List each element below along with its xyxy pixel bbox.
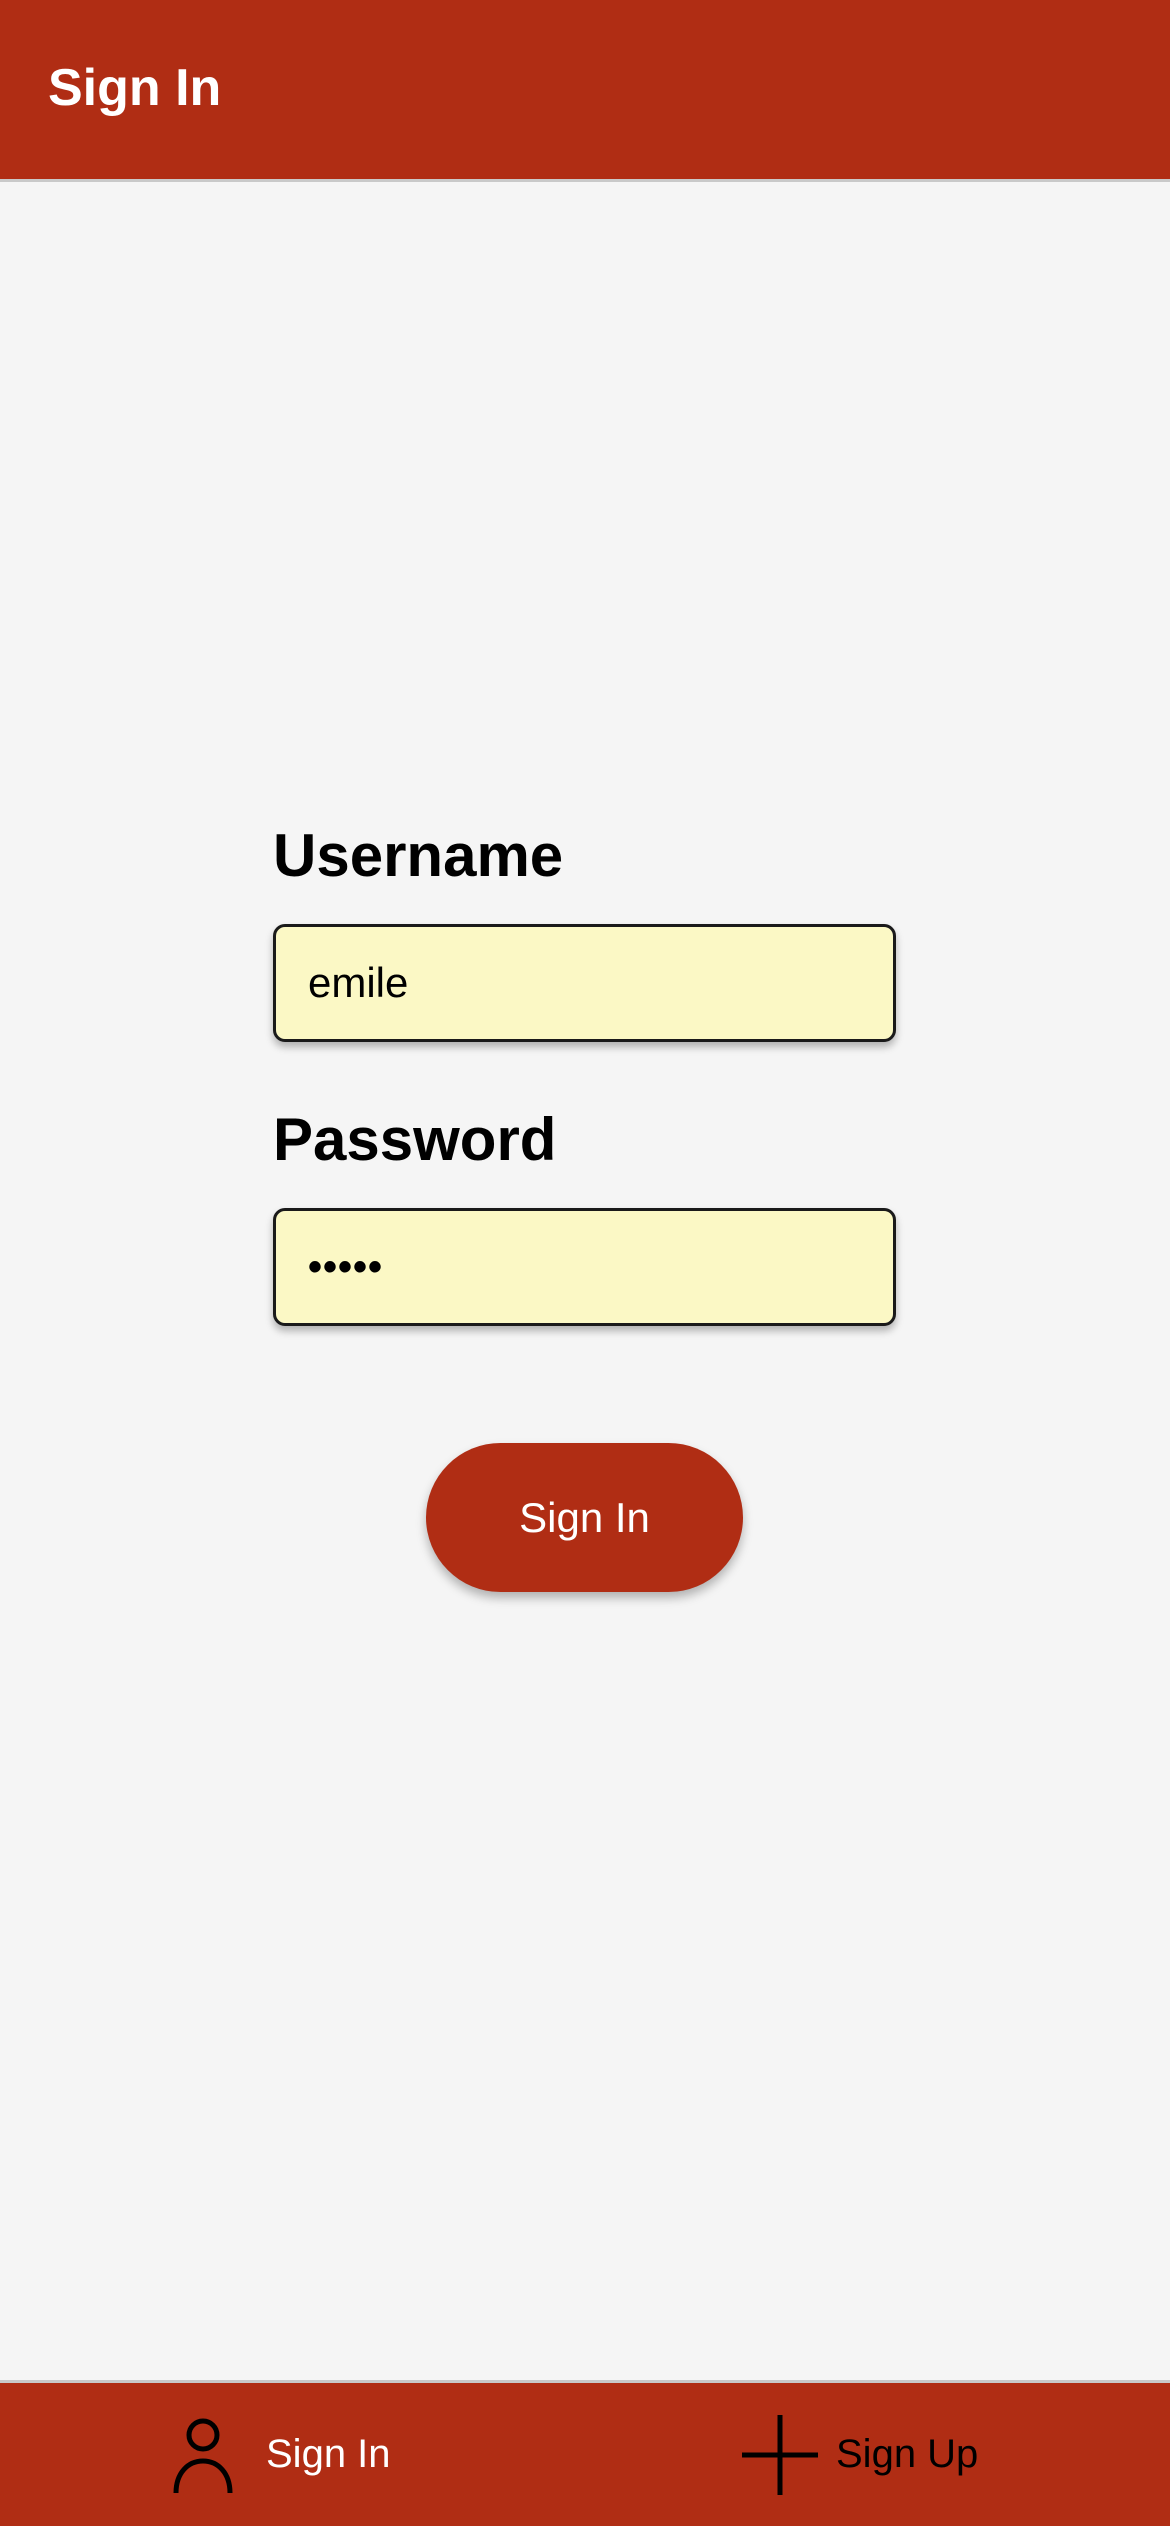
username-label: Username	[273, 822, 564, 889]
person-icon	[170, 2415, 250, 2495]
bottom-nav: Sign In Sign Up	[0, 2380, 1170, 2526]
sign-in-button[interactable]: Sign In	[426, 1443, 743, 1592]
page-title: Sign In	[48, 59, 222, 117]
username-field[interactable]: emile	[273, 924, 896, 1042]
username-value[interactable]: emile	[308, 927, 408, 1039]
nav-item-sign-in-label: Sign In	[266, 2432, 391, 2476]
password-label: Password	[273, 1106, 557, 1173]
nav-item-sign-up-label: Sign Up	[836, 2432, 979, 2476]
password-field[interactable]: •••••	[273, 1208, 896, 1326]
nav-item-sign-in[interactable]: Sign In	[170, 2383, 391, 2526]
app-header: Sign In	[0, 0, 1170, 182]
password-value[interactable]: •••••	[308, 1211, 383, 1323]
plus-icon	[740, 2414, 820, 2495]
nav-item-sign-up[interactable]: Sign Up	[740, 2383, 978, 2526]
sign-in-form: Username emile Password •••••	[273, 820, 896, 1326]
